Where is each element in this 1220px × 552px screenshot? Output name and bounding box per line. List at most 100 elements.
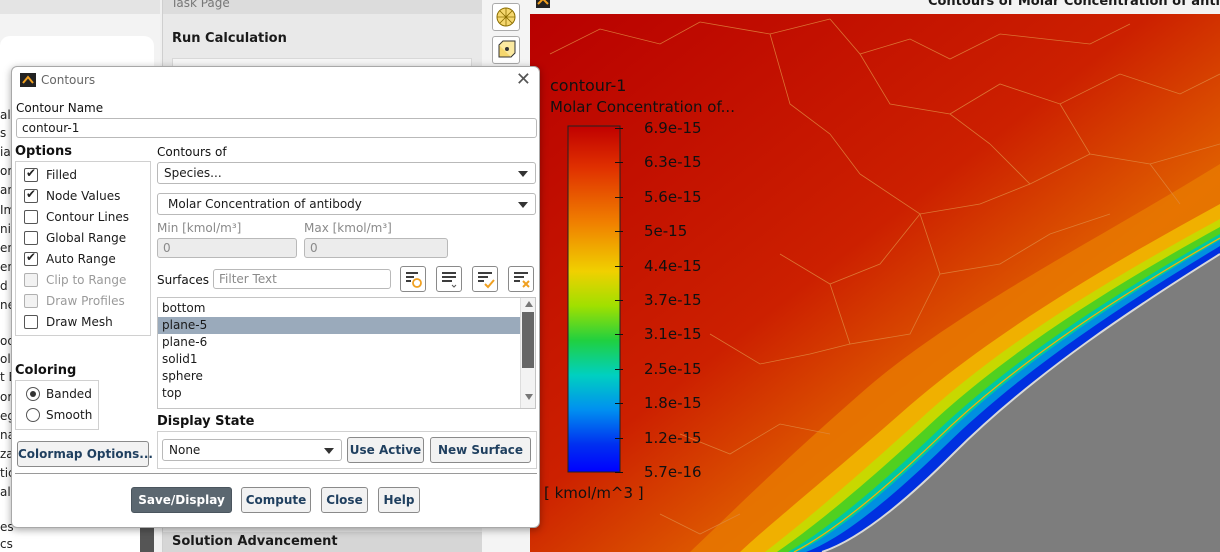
legend-tick-label: 2.5e-15 bbox=[644, 359, 702, 378]
scroll-up-icon[interactable] bbox=[525, 301, 533, 307]
display-state-value: None bbox=[169, 443, 201, 457]
run-calculation-title: Run Calculation bbox=[172, 31, 287, 46]
graphics-window[interactable]: Contours of Molar Concentration of anti bbox=[530, 0, 1220, 552]
option-label: Clip to Range bbox=[46, 273, 127, 287]
legend-tick-label: 3.1e-15 bbox=[644, 325, 702, 344]
select-all-icon[interactable] bbox=[472, 266, 498, 292]
fluent-logo-icon bbox=[20, 73, 36, 87]
help-button[interactable]: Help bbox=[378, 487, 420, 513]
option-label: Draw Mesh bbox=[46, 315, 113, 329]
close-button[interactable]: Close bbox=[321, 487, 368, 513]
colormap-options-button[interactable]: Colormap Options... bbox=[17, 441, 153, 467]
option-label: Node Values bbox=[46, 189, 121, 203]
legend-tick-mark bbox=[615, 231, 623, 233]
display-box-icon[interactable] bbox=[492, 36, 520, 64]
dialog-title: Contours bbox=[41, 73, 96, 87]
option-label: Filled bbox=[46, 168, 78, 182]
dialog-separator bbox=[15, 473, 537, 474]
option-checkbox[interactable] bbox=[24, 250, 38, 266]
coloring-radio[interactable] bbox=[26, 408, 40, 422]
legend-tick-mark bbox=[615, 300, 623, 301]
surfaces-filter-input[interactable]: Filter Text bbox=[213, 269, 391, 289]
coloring-label: Banded bbox=[46, 387, 92, 401]
surface-list-item[interactable]: plane-6 bbox=[158, 334, 520, 351]
chevron-down-icon bbox=[518, 171, 528, 177]
option-label: Global Range bbox=[46, 231, 127, 245]
option-checkbox[interactable] bbox=[24, 187, 38, 203]
legend-tick-label: 5.6e-15 bbox=[644, 187, 702, 206]
surface-list-item[interactable]: plane-5 bbox=[158, 317, 520, 334]
option-checkbox[interactable] bbox=[24, 315, 38, 329]
quantity-select[interactable]: Molar Concentration of antibody bbox=[157, 193, 536, 215]
legend-tick-label: 3.7e-15 bbox=[644, 291, 702, 309]
contour-name-input[interactable]: contour-1 bbox=[16, 118, 537, 138]
save-display-button[interactable]: Save/Display bbox=[131, 487, 232, 513]
coloring-group: Banded Smooth bbox=[15, 380, 99, 430]
option-checkbox bbox=[24, 273, 38, 287]
legend-tick-label: 5.7e-16 bbox=[644, 463, 702, 481]
option-checkbox[interactable] bbox=[24, 231, 38, 245]
contours-of-select[interactable]: Species... bbox=[157, 162, 536, 184]
graphics-title: Contours of Molar Concentration of anti bbox=[927, 0, 1220, 9]
list-options-icon[interactable] bbox=[436, 266, 462, 292]
min-label: Min [kmol/m³] bbox=[157, 221, 242, 235]
legend-tick-label: 6.9e-15 bbox=[644, 119, 702, 137]
option-label: Auto Range bbox=[46, 252, 116, 266]
legend-tick-label: 1.8e-15 bbox=[644, 394, 702, 413]
chevron-down-icon bbox=[324, 448, 334, 454]
contours-of-label: Contours of bbox=[157, 145, 227, 159]
scroll-down-icon[interactable] bbox=[525, 394, 533, 400]
option-label: Contour Lines bbox=[46, 210, 129, 224]
mesh-sphere-icon[interactable] bbox=[492, 3, 520, 31]
new-surface-button[interactable]: New Surface bbox=[430, 437, 531, 463]
scroll-thumb[interactable] bbox=[522, 312, 534, 368]
legend-tick-mark bbox=[615, 368, 623, 370]
option-checkbox[interactable] bbox=[24, 166, 38, 182]
filter-select-icon[interactable] bbox=[400, 266, 426, 292]
use-active-button[interactable]: Use Active bbox=[347, 437, 424, 463]
graphics-titlebar: Contours of Molar Concentration of anti bbox=[530, 0, 1220, 14]
options-group: Filled Node Values Contour Lines Global Ran… bbox=[15, 161, 151, 336]
legend-tick-label: 1.2e-15 bbox=[644, 428, 702, 447]
max-input: 0 bbox=[304, 238, 448, 258]
chevron-down-icon bbox=[518, 202, 528, 208]
contour-name-label: Contour Name bbox=[16, 101, 104, 115]
option-checkbox[interactable] bbox=[24, 210, 38, 224]
surface-list-item[interactable]: solid1 bbox=[158, 351, 520, 368]
deselect-all-icon[interactable] bbox=[508, 266, 534, 292]
contour-plot[interactable] bbox=[530, 14, 1220, 552]
legend-tick-label: 5e-15 bbox=[644, 222, 688, 241]
surface-list-item[interactable]: top bbox=[158, 385, 520, 402]
coloring-label: Smooth bbox=[46, 408, 93, 422]
min-input: 0 bbox=[157, 238, 297, 258]
options-label: Options bbox=[15, 144, 72, 159]
legend-tick-mark bbox=[615, 334, 623, 336]
legend-tick-label: 4.4e-15 bbox=[644, 256, 702, 275]
option-label: Draw Profiles bbox=[46, 294, 125, 308]
surface-list-item[interactable]: sphere bbox=[158, 368, 520, 385]
legend-tick-mark bbox=[615, 403, 623, 405]
contours-of-value: Species... bbox=[164, 166, 222, 180]
display-state-label: Display State bbox=[157, 414, 255, 429]
legend-tick-label: 6.3e-15 bbox=[644, 153, 702, 172]
option-checkbox bbox=[24, 294, 38, 308]
max-label: Max [kmol/m³] bbox=[304, 221, 392, 235]
task-page-header: Task Page bbox=[163, 0, 483, 14]
fluent-logo-icon bbox=[536, 0, 550, 8]
solution-advancement-section[interactable]: Solution Advancement bbox=[163, 532, 483, 552]
display-state-select[interactable]: None bbox=[162, 439, 342, 461]
legend-tick-mark bbox=[615, 437, 623, 439]
compute-button[interactable]: Compute bbox=[241, 487, 311, 513]
surface-list-item[interactable]: bottom bbox=[158, 300, 520, 317]
legend-tick-mark bbox=[615, 265, 623, 267]
close-icon[interactable]: ✕ bbox=[516, 69, 531, 90]
surfaces-scrollbar[interactable] bbox=[520, 298, 535, 408]
coloring-radio[interactable] bbox=[26, 387, 40, 401]
surfaces-list[interactable]: bottom plane-5 plane-6 solid1 sphere top bbox=[157, 297, 536, 409]
outline-header bbox=[0, 0, 160, 14]
quantity-value: Molar Concentration of antibody bbox=[168, 197, 362, 211]
legend-tick-mark bbox=[615, 128, 623, 129]
outline-tree-item[interactable]: cs bbox=[0, 537, 14, 551]
contours-dialog: Contours ✕ Contour Name contour-1 Option… bbox=[11, 66, 540, 528]
surfaces-label: Surfaces bbox=[157, 273, 209, 287]
